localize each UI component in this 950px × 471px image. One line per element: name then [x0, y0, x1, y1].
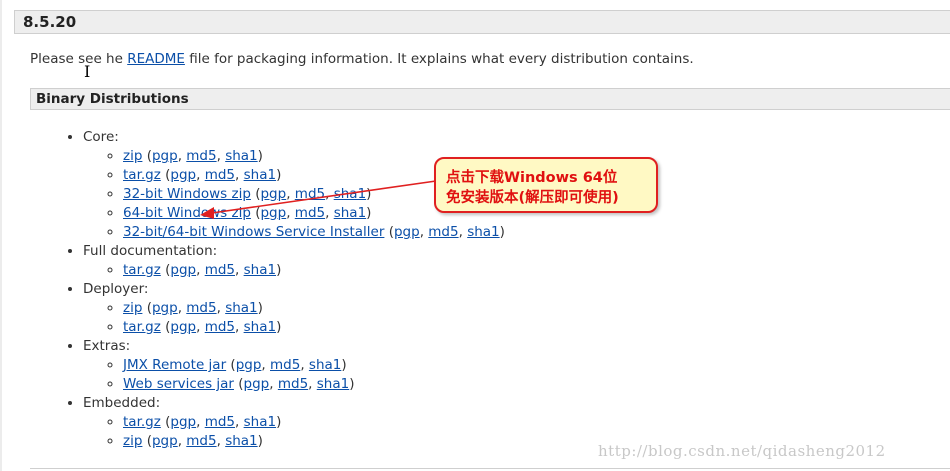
group-label: Full documentation: [83, 243, 218, 259]
group-full-documentation: Full documentation: tar.gz (pgp, md5, sh… [83, 242, 505, 280]
group-label: Deployer: [83, 281, 149, 297]
md5-link[interactable]: md5 [205, 262, 235, 278]
download-link[interactable]: 32-bit/64-bit Windows Service Installer [123, 224, 384, 240]
list-item: Web services jar (pgp, md5, sha1) [123, 375, 505, 394]
pgp-link[interactable]: pgp [260, 205, 286, 221]
download-link[interactable]: tar.gz [123, 167, 161, 183]
list-item: zip (pgp, md5, sha1) [123, 432, 505, 451]
download-link[interactable]: tar.gz [123, 319, 161, 335]
pgp-link[interactable]: pgp [170, 167, 196, 183]
sha1-link[interactable]: sha1 [467, 224, 499, 240]
version-title: 8.5.20 [23, 13, 77, 31]
sha1-link[interactable]: sha1 [225, 148, 257, 164]
md5-link[interactable]: md5 [186, 148, 216, 164]
download-link[interactable]: Web services jar [123, 376, 234, 392]
pgp-link[interactable]: pgp [244, 376, 270, 392]
sha1-link[interactable]: sha1 [244, 414, 276, 430]
sha1-link[interactable]: sha1 [244, 167, 276, 183]
callout-line2: 免安装版本(解压即可使用) [446, 190, 619, 206]
download-link[interactable]: zip [123, 148, 142, 164]
group-label: Core: [83, 129, 119, 145]
bottom-divider [30, 468, 950, 469]
md5-link[interactable]: md5 [186, 300, 216, 316]
group-label: Embedded: [83, 395, 161, 411]
pgp-link[interactable]: pgp [152, 433, 178, 449]
pgp-link[interactable]: pgp [260, 186, 286, 202]
list-item: 32-bit/64-bit Windows Service Installer … [123, 223, 505, 242]
sha1-link[interactable]: sha1 [225, 433, 257, 449]
binary-distributions-header: Binary Distributions [30, 88, 950, 110]
list-item: JMX Remote jar (pgp, md5, sha1) [123, 356, 505, 375]
pgp-link[interactable]: pgp [170, 414, 196, 430]
download-link[interactable]: JMX Remote jar [123, 357, 226, 373]
list-item: tar.gz (pgp, md5, sha1) [123, 261, 505, 280]
annotation-callout: 点击下载Windows 64位 免安装版本(解压即可使用) [434, 157, 658, 213]
watermark: http://blog.csdn.net/qidasheng2012 [598, 442, 886, 460]
version-header: 8.5.20 [14, 10, 950, 34]
md5-link[interactable]: md5 [205, 167, 235, 183]
list-item: tar.gz (pgp, md5, sha1) [123, 413, 505, 432]
readme-link[interactable]: README [127, 51, 185, 67]
md5-link[interactable]: md5 [295, 186, 325, 202]
callout-line1: 点击下载Windows 64位 [446, 170, 618, 186]
pgp-link[interactable]: pgp [394, 224, 420, 240]
group-extras: Extras: JMX Remote jar (pgp, md5, sha1) … [83, 337, 505, 394]
sha1-link[interactable]: sha1 [309, 357, 341, 373]
download-link[interactable]: 64-bit Windows zip [123, 205, 251, 221]
sha1-link[interactable]: sha1 [334, 186, 366, 202]
sha1-link[interactable]: sha1 [225, 300, 257, 316]
sha1-link[interactable]: sha1 [244, 262, 276, 278]
md5-link[interactable]: md5 [278, 376, 308, 392]
left-border [0, 0, 2, 471]
md5-link[interactable]: md5 [205, 414, 235, 430]
pgp-link[interactable]: pgp [236, 357, 262, 373]
pgp-link[interactable]: pgp [170, 319, 196, 335]
group-label: Extras: [83, 338, 131, 354]
pgp-link[interactable]: pgp [152, 300, 178, 316]
md5-link[interactable]: md5 [205, 319, 235, 335]
intro-prefix: Please see [30, 51, 107, 67]
sha1-link[interactable]: sha1 [317, 376, 349, 392]
md5-link[interactable]: md5 [428, 224, 458, 240]
list-item: zip (pgp, md5, sha1) [123, 299, 505, 318]
download-link[interactable]: zip [123, 433, 142, 449]
group-embedded: Embedded: tar.gz (pgp, md5, sha1) zip (p… [83, 394, 505, 451]
download-link[interactable]: tar.gz [123, 262, 161, 278]
intro-paragraph: Please see Ihe README file for packaging… [30, 51, 694, 81]
intro-partial: he [106, 51, 128, 67]
list-item: tar.gz (pgp, md5, sha1) [123, 318, 505, 337]
download-link[interactable]: zip [123, 300, 142, 316]
pgp-link[interactable]: pgp [170, 262, 196, 278]
sha1-link[interactable]: sha1 [334, 205, 366, 221]
download-link[interactable]: tar.gz [123, 414, 161, 430]
binary-distributions-title: Binary Distributions [36, 91, 189, 107]
intro-suffix: file for packaging information. It expla… [184, 51, 694, 67]
download-link[interactable]: 32-bit Windows zip [123, 186, 251, 202]
md5-link[interactable]: md5 [186, 433, 216, 449]
md5-link[interactable]: md5 [270, 357, 300, 373]
md5-link[interactable]: md5 [295, 205, 325, 221]
group-deployer: Deployer: zip (pgp, md5, sha1) tar.gz (p… [83, 280, 505, 337]
pgp-link[interactable]: pgp [152, 148, 178, 164]
sha1-link[interactable]: sha1 [244, 319, 276, 335]
